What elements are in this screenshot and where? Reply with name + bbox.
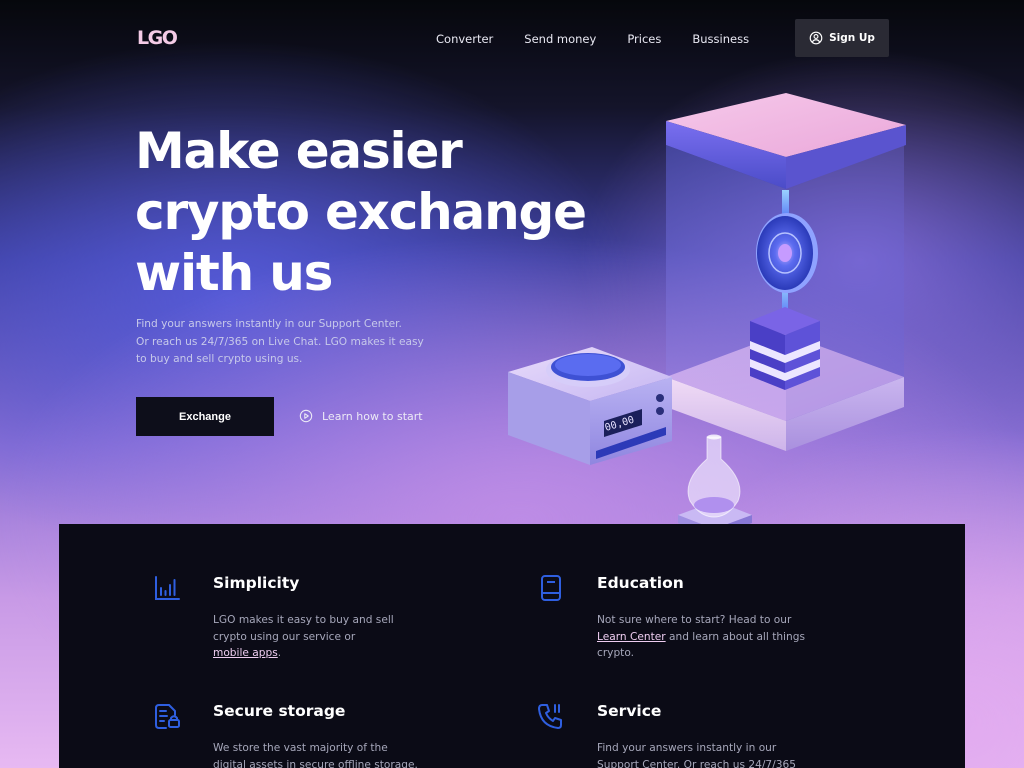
feature-description-text: . bbox=[277, 647, 282, 660]
feature-title: Service bbox=[597, 702, 662, 720]
secure-document-icon bbox=[155, 704, 180, 729]
hero-description-line: to buy and sell crypto using us. bbox=[136, 353, 303, 365]
phone-call-icon bbox=[538, 704, 562, 729]
signup-label: Sign Up bbox=[829, 32, 875, 44]
scale-machine: 00,00 bbox=[508, 347, 672, 465]
features-panel: Simplicity LGO makes it easy to buy and … bbox=[59, 524, 965, 768]
hero-description-line: Find your answers instantly in our Suppo… bbox=[136, 318, 402, 330]
mobile-apps-link[interactable]: mobile apps bbox=[213, 647, 278, 659]
book-icon bbox=[541, 575, 561, 601]
feature-title: Secure storage bbox=[213, 702, 346, 720]
display-case bbox=[666, 93, 906, 451]
feature-description-line: Learn Center and learn about all things bbox=[597, 629, 817, 646]
feature-description-line: We store the vast majority of the bbox=[213, 742, 388, 754]
hero-description: Find your answers instantly in our Suppo… bbox=[136, 316, 436, 369]
nav-send-money[interactable]: Send money bbox=[524, 32, 596, 46]
site-header: LGO Converter Send money Prices Bussines… bbox=[0, 0, 1024, 80]
striped-block bbox=[750, 307, 820, 390]
feature-title: Education bbox=[597, 574, 684, 592]
learn-center-link[interactable]: Learn Center bbox=[597, 631, 666, 643]
nav-business[interactable]: Bussiness bbox=[692, 32, 749, 46]
feature-title: Simplicity bbox=[213, 574, 300, 592]
feature-description-line: LGO makes it easy to buy and sell bbox=[213, 614, 394, 626]
feature-description-line: Support Center. Or reach us 24/7/365 bbox=[597, 758, 796, 768]
feature-description-text: and learn about all things bbox=[665, 630, 805, 643]
main-nav: Converter Send money Prices Bussiness bbox=[436, 32, 749, 46]
feature-description-line: digital assets in secure offline storage… bbox=[213, 758, 418, 768]
coin-icon bbox=[756, 213, 818, 293]
feature-description: LGO makes it easy to buy and sell crypto… bbox=[213, 612, 433, 662]
feature-description: Not sure where to start? Head to our Lea… bbox=[597, 612, 817, 662]
feature-description-line: crypto using our service or bbox=[213, 630, 356, 643]
exchange-button[interactable]: Exchange bbox=[136, 397, 274, 436]
feature-description: Find your answers instantly in our Suppo… bbox=[597, 740, 817, 768]
bar-chart-icon bbox=[155, 576, 180, 600]
learn-how-to-start-link[interactable]: Learn how to start bbox=[299, 409, 423, 423]
play-circle-icon bbox=[299, 409, 313, 423]
feature-description-line: mobile apps. bbox=[213, 645, 433, 662]
nav-prices[interactable]: Prices bbox=[627, 32, 661, 46]
flask-icon bbox=[678, 434, 752, 537]
user-circle-icon bbox=[809, 31, 823, 45]
hero-description-line: Or reach us 24/7/365 on Live Chat. LGO m… bbox=[136, 335, 424, 348]
feature-description-line: crypto. bbox=[597, 647, 634, 660]
logo[interactable]: LGO bbox=[137, 27, 178, 49]
crypto-lab-illustration: 00,00 bbox=[508, 93, 906, 537]
signup-button[interactable]: Sign Up bbox=[795, 19, 889, 57]
feature-description-line: Find your answers instantly in our bbox=[597, 742, 777, 754]
feature-description-line: Not sure where to start? Head to our bbox=[597, 614, 792, 626]
learn-label: Learn how to start bbox=[322, 409, 423, 423]
feature-description: We store the vast majority of the digita… bbox=[213, 740, 433, 768]
nav-converter[interactable]: Converter bbox=[436, 32, 493, 46]
